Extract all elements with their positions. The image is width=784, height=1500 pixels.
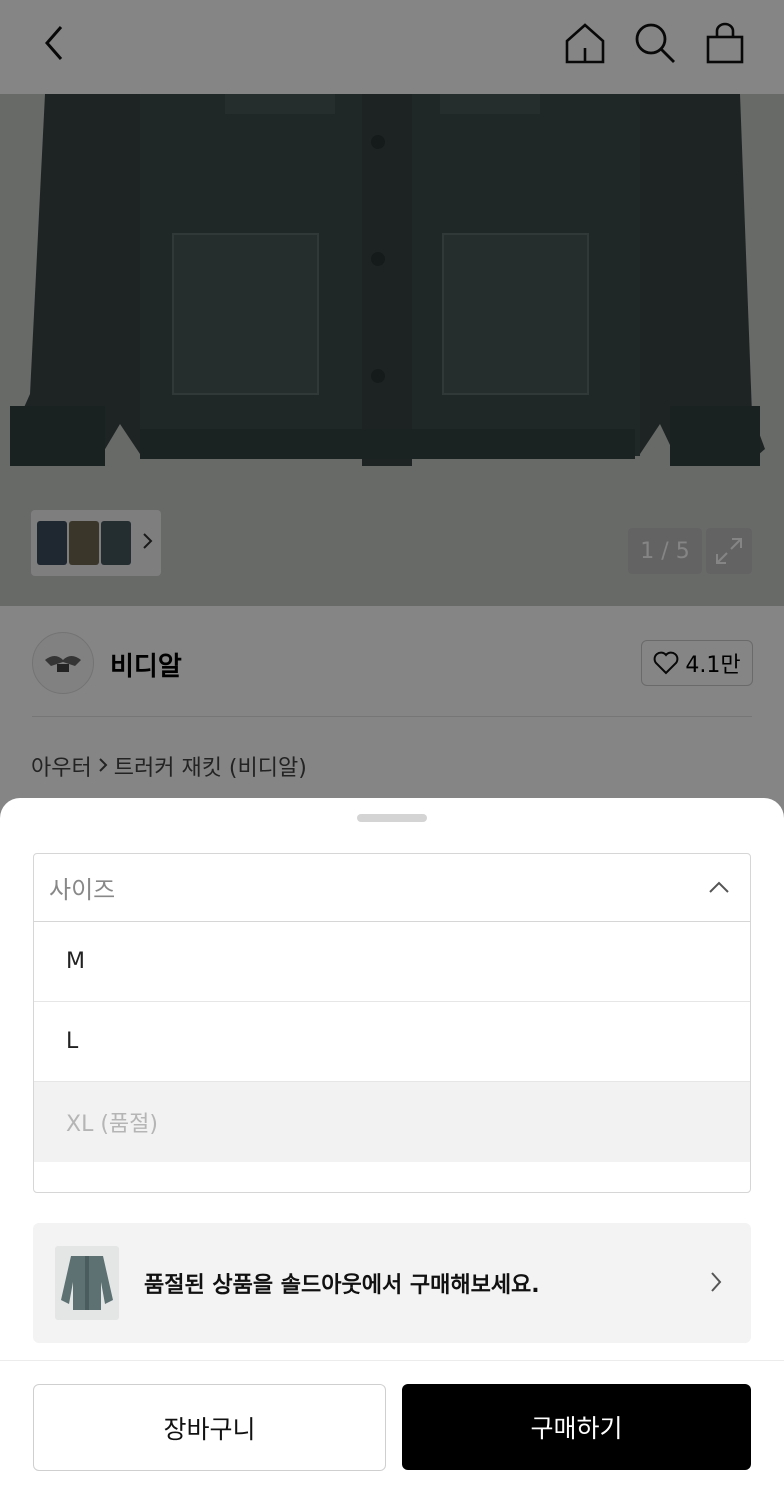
size-select-placeholder: 사이즈	[49, 876, 116, 904]
soldout-banner-text: 품절된 상품을 솔드아웃에서 구매해보세요.	[144, 1273, 540, 1298]
buy-now-button[interactable]: 구매하기	[402, 1384, 751, 1470]
add-to-cart-button[interactable]: 장바구니	[33, 1384, 386, 1471]
size-select[interactable]: 사이즈 M L XL (품절)	[33, 853, 751, 1193]
divider	[0, 1360, 784, 1361]
chevron-right-icon	[709, 1270, 723, 1298]
chevron-up-icon[interactable]	[706, 874, 732, 904]
soldout-banner[interactable]: 품절된 상품을 솔드아웃에서 구매해보세요.	[33, 1223, 751, 1343]
size-option-m[interactable]: M	[34, 922, 750, 1002]
size-option-l[interactable]: L	[34, 1002, 750, 1082]
size-select-header[interactable]: 사이즈	[34, 854, 750, 922]
size-option-xl-soldout: XL (품절)	[34, 1082, 750, 1162]
sheet-drag-handle[interactable]	[357, 814, 427, 822]
soldout-product-thumbnail	[55, 1246, 119, 1320]
option-bottom-sheet: 사이즈 M L XL (품절) 품절된 상품을 솔드아웃에서 구매해보세요. 장…	[0, 798, 784, 1500]
